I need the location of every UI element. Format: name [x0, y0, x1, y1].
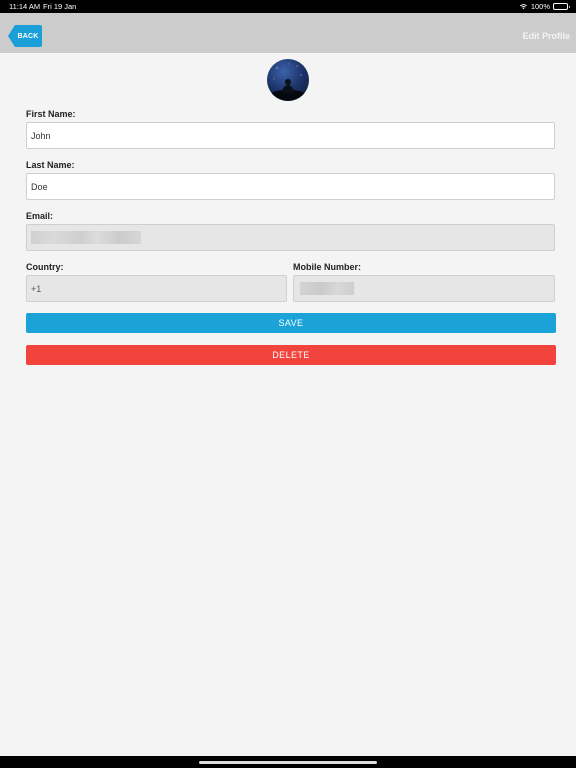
mobile-field[interactable] — [293, 275, 555, 302]
email-redacted — [31, 231, 141, 244]
status-bar: 11:14 AM Fri 19 Jan 100% — [0, 0, 576, 13]
avatar-image — [267, 63, 309, 101]
last-name-value: Doe — [31, 181, 48, 192]
email-field[interactable] — [26, 224, 555, 251]
last-name-label: Last Name: — [26, 160, 75, 170]
last-name-field[interactable]: Doe — [26, 173, 555, 200]
home-indicator[interactable] — [199, 761, 377, 764]
first-name-label: First Name: — [26, 109, 76, 119]
status-time: 11:14 AM — [9, 2, 41, 11]
country-value: +1 — [31, 283, 42, 294]
nav-bar: BACK Edit Profile — [0, 13, 576, 53]
email-label: Email: — [26, 211, 54, 221]
save-button[interactable]: SAVE — [26, 313, 556, 333]
status-date: Fri 19 Jan — [43, 2, 77, 11]
status-right: 100% — [519, 0, 570, 13]
delete-button[interactable]: DELETE — [26, 345, 556, 365]
wifi-icon — [519, 4, 527, 10]
battery-icon — [553, 3, 570, 10]
back-button[interactable]: BACK — [8, 25, 42, 47]
battery-percent: 100% — [530, 2, 550, 11]
first-name-value: John — [31, 130, 51, 141]
country-label: Country: — [26, 262, 64, 272]
home-bar — [0, 756, 576, 768]
mobile-redacted — [300, 282, 354, 295]
first-name-field[interactable]: John — [26, 122, 555, 149]
avatar[interactable] — [267, 59, 309, 101]
country-field[interactable]: +1 — [26, 275, 287, 302]
page-title: Edit Profile — [522, 31, 570, 41]
mobile-label: Mobile Number: — [293, 262, 362, 272]
